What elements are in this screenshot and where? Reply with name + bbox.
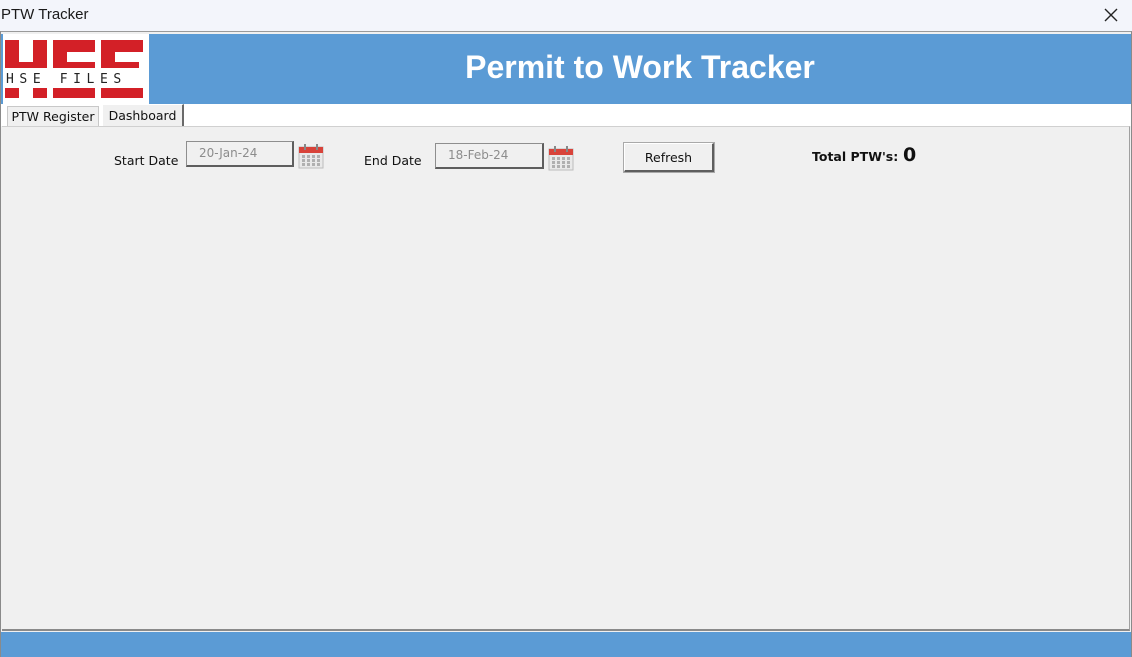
start-date-field[interactable]: 20-Jan-24	[186, 141, 294, 167]
window-titlebar: PTW Tracker	[0, 0, 1132, 31]
window-title: PTW Tracker	[1, 6, 89, 23]
refresh-button[interactable]: Refresh	[623, 142, 715, 173]
page-title: Permit to Work Tracker	[465, 48, 815, 85]
svg-text:HSE FILES: HSE FILES	[6, 72, 127, 87]
calendar-icon[interactable]	[548, 145, 574, 171]
end-date-field[interactable]: 18-Feb-24	[435, 143, 544, 169]
tab-dashboard[interactable]: Dashboard	[102, 104, 184, 126]
start-date-label: Start Date	[114, 153, 179, 168]
total-ptw-value: 0	[903, 144, 917, 166]
calendar-icon[interactable]	[298, 143, 324, 169]
close-icon[interactable]	[1100, 5, 1122, 25]
hse-files-logo: HSE FILES	[3, 34, 149, 104]
end-date-label: End Date	[364, 153, 422, 168]
ptw-tracker-window: PTW Tracker HSE FILES Permit to Work Tra…	[0, 0, 1132, 657]
userform: HSE FILES Permit to Work Tracker PTW Reg…	[0, 31, 1132, 657]
tab-label: Dashboard	[108, 108, 177, 123]
header-banner: HSE FILES Permit to Work Tracker	[1, 34, 1131, 104]
total-ptw-label: Total PTW's:	[812, 149, 899, 164]
tab-strip: PTW Register Dashboard	[1, 104, 1131, 126]
tab-ptw-register[interactable]: PTW Register	[7, 106, 99, 126]
footer-bar	[1, 632, 1131, 657]
dashboard-page: Start Date 20-Jan-24 End Date 18-Feb-24	[2, 126, 1130, 631]
refresh-button-label: Refresh	[644, 149, 693, 165]
tab-label: PTW Register	[11, 109, 95, 124]
